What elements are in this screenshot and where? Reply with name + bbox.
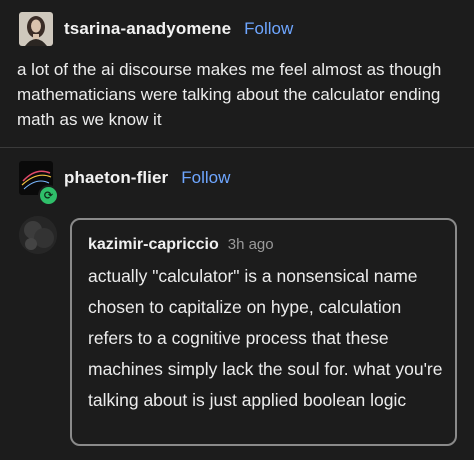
reblog-icon: ⟳: [38, 185, 59, 206]
follow-button[interactable]: Follow: [244, 19, 293, 39]
original-post-text: a lot of the ai discourse makes me feel …: [17, 60, 442, 129]
avatar[interactable]: [19, 216, 57, 254]
portrait-avatar-image: [19, 12, 53, 46]
original-post-username[interactable]: tsarina-anadyomene: [64, 19, 231, 39]
reblog-username[interactable]: phaeton-flier: [64, 168, 168, 188]
divider: [0, 147, 474, 148]
comment-header: kazimir-capriccio 3h ago: [88, 236, 274, 254]
original-post-header: tsarina-anadyomene Follow: [19, 11, 293, 47]
comment-text: actually "calculator" is a nonsensical n…: [88, 266, 443, 410]
comment-timestamp: 3h ago: [227, 236, 274, 253]
comment-bubble: kazimir-capriccio 3h ago actually "calcu…: [70, 218, 457, 446]
avatar[interactable]: [19, 12, 53, 46]
post-thread: tsarina-anadyomene Follow a lot of the a…: [0, 0, 474, 460]
commenter-avatar-image: [19, 216, 57, 254]
comment-username[interactable]: kazimir-capriccio: [88, 236, 219, 254]
follow-button[interactable]: Follow: [181, 168, 230, 188]
